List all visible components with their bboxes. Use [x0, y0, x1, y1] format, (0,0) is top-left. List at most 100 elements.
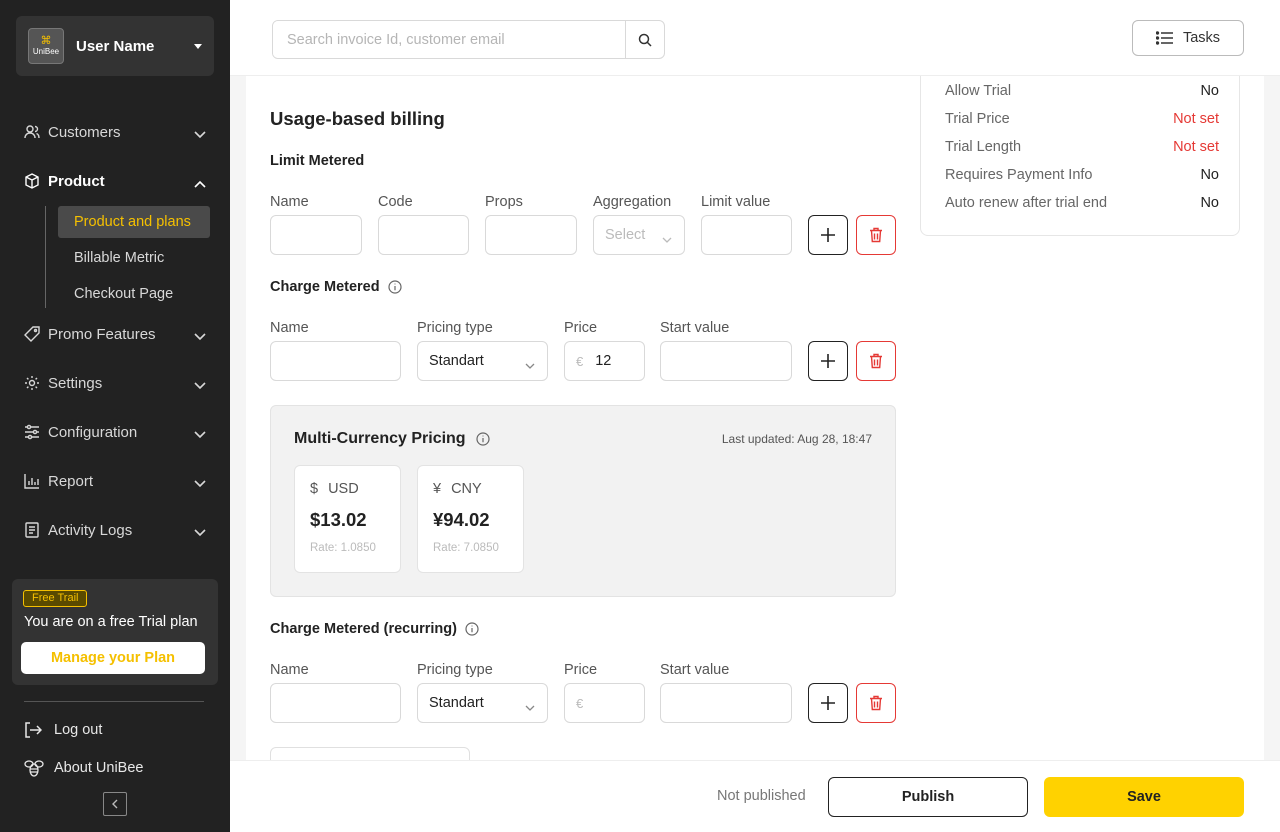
plan-details-card: Allow Trial No Trial Price Not set Trial… — [920, 76, 1240, 236]
chevron-down-icon — [194, 426, 206, 443]
chevron-down-icon — [662, 231, 672, 247]
bee-icon: ⌘ — [40, 35, 52, 47]
sidebar-subitem-product-and-plans[interactable]: Product and plans — [58, 206, 210, 238]
field-label: Limit value — [701, 194, 771, 210]
search-button[interactable] — [625, 21, 664, 58]
search-input[interactable] — [273, 21, 625, 58]
user-name: User Name — [76, 37, 155, 55]
add-charge-button[interactable] — [808, 341, 848, 381]
users-icon — [24, 124, 40, 140]
sliders-icon — [24, 424, 40, 440]
plus-icon — [821, 354, 835, 368]
limit-name-input[interactable] — [270, 215, 362, 255]
field-label: Aggregation — [593, 194, 672, 210]
search-icon — [638, 33, 652, 47]
multi-currency-card: Multi-Currency Pricing Last updated: Aug… — [270, 405, 896, 597]
chevron-left-icon — [112, 799, 118, 809]
recurring-pricing-type-select[interactable]: Standart — [417, 683, 548, 723]
logout-link[interactable]: Log out — [24, 718, 102, 742]
limit-value-input[interactable] — [701, 215, 792, 255]
sidebar-subitem-checkout-page[interactable]: Checkout Page — [58, 278, 210, 310]
box-icon — [24, 173, 40, 189]
trash-icon — [870, 353, 882, 369]
chevron-up-icon — [194, 175, 206, 192]
chevron-down-icon — [194, 377, 206, 394]
sidebar-item-configuration[interactable]: Configuration — [0, 412, 230, 452]
chevron-down-icon — [525, 699, 535, 715]
publish-status: Not published — [717, 788, 806, 804]
plus-icon — [821, 228, 835, 242]
aggregation-select[interactable]: Select — [593, 215, 685, 255]
sidebar-subitem-billable-metric[interactable]: Billable Metric — [58, 242, 210, 274]
recurring-start-value-input[interactable] — [660, 683, 792, 723]
currency-prefix: € — [576, 695, 584, 711]
submenu-line — [45, 206, 46, 308]
charge-name-input[interactable] — [270, 341, 401, 381]
about-link[interactable]: About UniBee — [24, 756, 143, 780]
limit-metered-title: Limit Metered — [270, 153, 365, 169]
partial-input[interactable] — [270, 747, 470, 760]
recurring-name-input[interactable] — [270, 683, 401, 723]
collapse-sidebar-button[interactable] — [103, 792, 127, 816]
field-label: Name — [270, 320, 309, 336]
save-button[interactable]: Save — [1044, 777, 1244, 817]
sidebar-divider — [24, 701, 204, 702]
field-label: Name — [270, 194, 309, 210]
limit-props-input[interactable] — [485, 215, 577, 255]
field-label: Start value — [660, 320, 730, 336]
detail-row: Requires Payment Info No — [945, 167, 1219, 183]
field-label: Start value — [660, 662, 730, 678]
add-recurring-button[interactable] — [808, 683, 848, 723]
price-input[interactable]: € 12 — [564, 341, 645, 381]
main-content: Usage-based billing Limit Metered Name C… — [246, 76, 1264, 760]
delete-charge-button[interactable] — [856, 341, 896, 381]
sidebar-item-activity-logs[interactable]: Activity Logs — [0, 510, 230, 550]
add-limit-button[interactable] — [808, 215, 848, 255]
sidebar-item-customers[interactable]: Customers — [0, 112, 230, 152]
sidebar-item-product[interactable]: Product — [0, 161, 230, 201]
trial-badge: Free Trail — [23, 590, 88, 607]
info-icon[interactable] — [387, 280, 402, 294]
trash-icon — [870, 227, 882, 243]
sidebar-item-promo-features[interactable]: Promo Features — [0, 314, 230, 354]
list-icon — [1155, 31, 1173, 45]
start-value-input[interactable] — [660, 341, 792, 381]
tasks-button[interactable]: Tasks — [1132, 20, 1244, 56]
trial-banner: Free Trail You are on a free Trial plan … — [12, 579, 218, 685]
footer-bar: Not published Publish Save — [230, 760, 1280, 832]
currency-rate: Rate: 7.0850 — [433, 542, 499, 554]
currency-code: CNY — [451, 481, 482, 497]
currency-value: $13.02 — [310, 509, 367, 530]
plus-icon — [821, 696, 835, 710]
field-label: Pricing type — [417, 320, 493, 336]
field-label: Price — [564, 320, 598, 336]
unibee-logo: ⌘ UniBee — [28, 28, 64, 64]
currency-symbol: ¥ — [433, 481, 442, 497]
sidebar-item-report[interactable]: Report — [0, 461, 230, 501]
list-doc-icon — [24, 522, 40, 538]
last-updated: Last updated: Aug 28, 18:47 — [721, 432, 872, 446]
chevron-down-icon — [194, 524, 206, 541]
pricing-type-select[interactable]: Standart — [417, 341, 548, 381]
limit-code-input[interactable] — [378, 215, 469, 255]
currency-card-usd: $ USD $13.02 Rate: 1.0850 — [294, 465, 401, 573]
field-label: Price — [564, 662, 598, 678]
trash-icon — [870, 695, 882, 711]
field-label: Pricing type — [417, 662, 493, 678]
chevron-down-icon — [194, 475, 206, 492]
delete-recurring-button[interactable] — [856, 683, 896, 723]
publish-button[interactable]: Publish — [828, 777, 1028, 817]
info-icon[interactable] — [475, 432, 490, 446]
user-menu[interactable]: ⌘ UniBee User Name — [16, 16, 214, 76]
info-icon[interactable] — [465, 622, 479, 636]
manage-plan-button[interactable]: Manage your Plan — [21, 642, 205, 674]
section-title: Usage-based billing — [270, 108, 445, 129]
currency-card-cny: ¥ CNY ¥94.02 Rate: 7.0850 — [417, 465, 524, 573]
sidebar: ⌘ UniBee User Name Customers Product Pro… — [0, 0, 230, 832]
delete-limit-button[interactable] — [856, 215, 896, 255]
tag-icon — [24, 326, 40, 342]
detail-row: Auto renew after trial end No — [945, 195, 1219, 211]
sidebar-item-settings[interactable]: Settings — [0, 363, 230, 403]
recurring-price-input[interactable]: € — [564, 683, 645, 723]
detail-row: Trial Length Not set — [945, 139, 1219, 155]
